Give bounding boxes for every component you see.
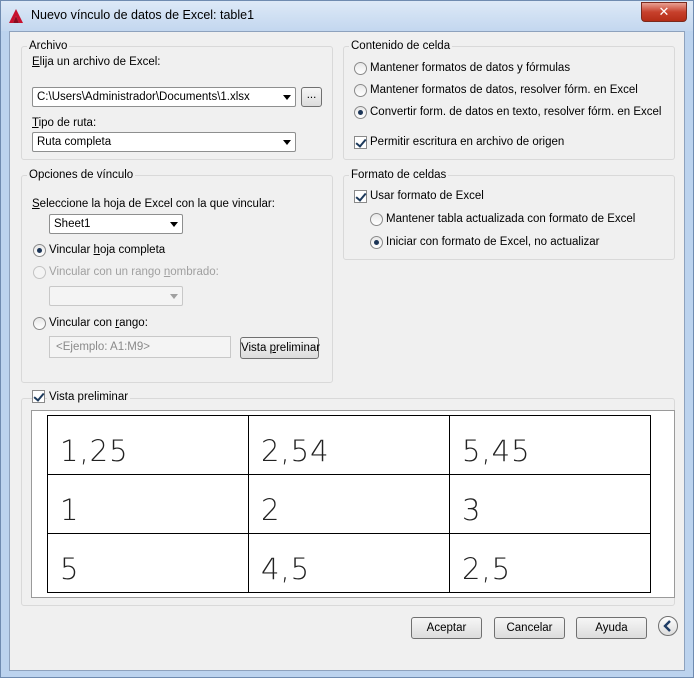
path-type-combo[interactable]: Ruta completa (32, 132, 296, 152)
window-title: Nuevo vínculo de datos de Excel: table1 (31, 8, 255, 22)
link-named-range-radio[interactable] (33, 266, 46, 279)
link-options-group: Opciones de vínculo Seleccione la hoja d… (21, 168, 333, 383)
table-cell: 1,25 (47, 415, 249, 475)
use-excel-format-checkbox[interactable] (354, 190, 367, 203)
chevron-down-icon (283, 95, 291, 100)
help-button[interactable]: Ayuda (576, 617, 647, 639)
table-cell: 2,5 (449, 533, 651, 593)
chevron-down-icon (283, 140, 291, 145)
range-placeholder: <Ejemplo: A1:M9> (56, 341, 150, 353)
start-with-format-label[interactable]: Iniciar con formato de Excel, no actuali… (386, 235, 600, 249)
keep-updated-radio[interactable] (370, 213, 383, 226)
chevron-left-icon (663, 620, 671, 632)
accept-button[interactable]: Aceptar (411, 617, 482, 639)
dialog-client-area: Archivo Elija un archivo de Excel: C:\Us… (9, 31, 685, 671)
keep-formats-formulas-radio[interactable] (354, 62, 367, 75)
dialog-window: Nuevo vínculo de datos de Excel: table1 … (0, 0, 694, 678)
keep-formats-resolve-label[interactable]: Mantener formatos de datos, resolver fór… (370, 83, 638, 97)
close-button[interactable]: ✕ (641, 2, 687, 22)
link-options-title: Opciones de vínculo (27, 168, 136, 182)
file-path-combo[interactable]: C:\Users\Administrador\Documents\1.xlsx (32, 87, 296, 107)
link-range-radio[interactable] (33, 317, 46, 330)
table-cell: 1 (47, 474, 249, 534)
preview-checkbox[interactable] (32, 390, 45, 403)
table-cell: 2,54 (248, 415, 450, 475)
table-cell: 4,5 (248, 533, 450, 593)
preview-button[interactable]: Vista preliminar (240, 337, 320, 359)
path-type-value: Ruta completa (37, 136, 112, 148)
cancel-button[interactable]: Cancelar (494, 617, 565, 639)
archivo-group-title: Archivo (27, 39, 70, 53)
range-input[interactable]: <Ejemplo: A1:M9> (49, 336, 231, 358)
allow-write-label[interactable]: Permitir escritura en archivo de origen (370, 135, 564, 149)
convert-to-text-radio[interactable] (354, 106, 367, 119)
preview-label[interactable]: Vista preliminar (47, 390, 131, 404)
table-row: 5 4,5 2,5 (47, 533, 651, 593)
table-row: 1,25 2,54 5,45 (47, 415, 651, 475)
table-cell: 3 (449, 474, 651, 534)
cell-format-group: Formato de celdas Usar formato de Excel … (343, 168, 675, 260)
start-with-format-radio[interactable] (370, 236, 383, 249)
allow-write-checkbox[interactable] (354, 136, 367, 149)
choose-file-label: Elija un archivo de Excel: (32, 56, 161, 68)
preview-table: 1,25 2,54 5,45 1 2 3 5 4,5 2,5 (47, 415, 651, 593)
select-sheet-label: Seleccione la hoja de Excel con la que v… (32, 198, 275, 210)
use-excel-format-label[interactable]: Usar formato de Excel (370, 189, 484, 203)
sheet-combo[interactable]: Sheet1 (49, 214, 183, 234)
chevron-down-icon (170, 294, 178, 299)
table-cell: 5,45 (449, 415, 651, 475)
table-row: 1 2 3 (47, 474, 651, 534)
keep-formats-resolve-radio[interactable] (354, 84, 367, 97)
browse-button[interactable]: ... (301, 87, 322, 107)
convert-to-text-label[interactable]: Convertir form. de datos en texto, resol… (370, 105, 661, 119)
named-range-combo[interactable] (49, 286, 183, 306)
cell-format-title: Formato de celdas (349, 168, 449, 182)
cell-content-title: Contenido de celda (349, 39, 453, 53)
link-full-sheet-radio[interactable] (33, 244, 46, 257)
chevron-down-icon (170, 222, 178, 227)
archivo-group: Archivo Elija un archivo de Excel: C:\Us… (21, 39, 333, 160)
title-bar[interactable]: Nuevo vínculo de datos de Excel: table1 … (1, 1, 693, 31)
table-cell: 5 (47, 533, 249, 593)
sheet-value: Sheet1 (54, 218, 91, 230)
preview-area: 1,25 2,54 5,45 1 2 3 5 4,5 2,5 (31, 410, 675, 598)
table-cell: 2 (248, 474, 450, 534)
link-full-sheet-label[interactable]: Vincular hoja completa (49, 243, 165, 257)
link-range-label[interactable]: Vincular con rango: (49, 316, 148, 330)
link-named-range-label: Vincular con un rango nombrado: (49, 266, 219, 278)
keep-formats-formulas-label[interactable]: Mantener formatos de datos y fórmulas (370, 61, 570, 75)
path-type-label: Tipo de ruta: (32, 117, 97, 129)
autocad-logo-icon (9, 9, 23, 23)
close-icon: ✕ (658, 4, 670, 19)
collapse-button[interactable] (658, 616, 678, 636)
cell-content-group: Contenido de celda Mantener formatos de … (343, 39, 675, 160)
keep-updated-label[interactable]: Mantener tabla actualizada con formato d… (386, 212, 635, 226)
file-path-value: C:\Users\Administrador\Documents\1.xlsx (37, 91, 250, 103)
